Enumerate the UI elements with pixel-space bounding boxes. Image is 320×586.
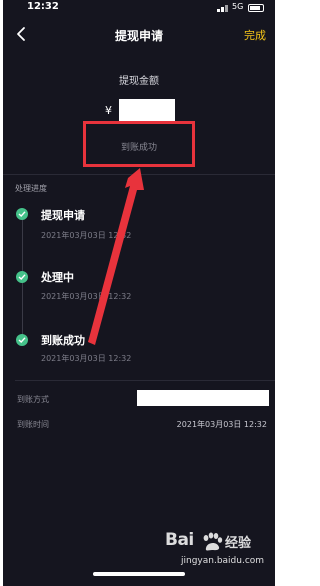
- watermark-url: jingyan.baidu.com: [181, 556, 265, 566]
- currency-symbol: ¥: [105, 104, 112, 117]
- status-bar: 12:32 5G: [3, 0, 275, 16]
- method-redacted: [137, 390, 269, 406]
- step-time: 2021年03月03日 12:32: [41, 231, 132, 240]
- paw-logo-icon: [203, 532, 223, 551]
- check-icon: [16, 271, 28, 283]
- step-title: 提现申请: [41, 209, 85, 222]
- divider: [3, 174, 275, 175]
- home-indicator: [93, 572, 185, 576]
- step-time: 2021年03月03日 12:32: [41, 292, 132, 301]
- watermark-brand: 经验: [225, 536, 252, 551]
- amount-label: 提现金额: [119, 76, 159, 87]
- arrival-time-value: 2021年03月03日 12:32: [176, 420, 267, 429]
- amount-redacted: [119, 99, 175, 123]
- step-title: 到账成功: [41, 334, 85, 347]
- status-time: 12:32: [27, 1, 59, 12]
- battery-icon: [248, 4, 264, 12]
- progress-section-title: 处理进度: [15, 184, 47, 193]
- step-title: 处理中: [41, 271, 74, 284]
- network-label: 5G: [232, 2, 244, 11]
- check-icon: [16, 334, 28, 346]
- done-button[interactable]: 完成: [244, 27, 266, 43]
- step-time: 2021年03月03日 12:32: [41, 354, 132, 363]
- annotation-highlight-box: [83, 121, 195, 167]
- arrival-time-label: 到账时间: [17, 420, 49, 429]
- divider: [15, 380, 275, 381]
- baidu-jingyan-watermark: Bai 经验 jingyan.baidu.com: [165, 530, 265, 574]
- check-icon: [16, 208, 28, 220]
- nav-bar: 提现申请 完成: [3, 20, 275, 50]
- watermark-logo-text: Bai: [165, 530, 194, 550]
- phone-screen: 12:32 5G 提现申请 完成 提现金额 ¥ 到账成功 处理进度 提现申请 2…: [3, 0, 275, 586]
- method-label: 到账方式: [17, 395, 49, 404]
- page-title: 提现申请: [114, 29, 163, 43]
